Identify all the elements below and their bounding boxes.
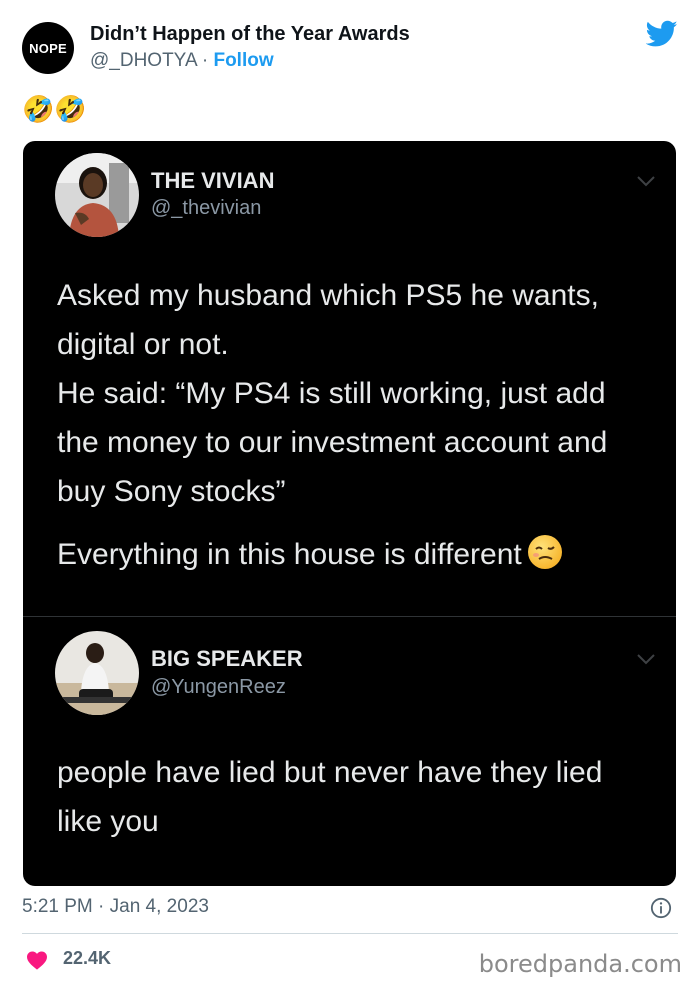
tweet-text-line: Asked my husband which PS5 he wants, dig… xyxy=(57,279,599,361)
tweet-text: Asked my husband which PS5 he wants, dig… xyxy=(57,271,647,579)
tweet-text: people have lied but never have they lie… xyxy=(57,748,647,846)
tweet-author-name[interactable]: THE VIVIAN xyxy=(151,168,274,194)
avatar-big-speaker xyxy=(55,631,139,715)
watermark: boredpanda.com xyxy=(478,950,682,978)
heart-icon[interactable] xyxy=(26,950,48,970)
info-icon[interactable] xyxy=(650,897,672,919)
tweet-emoji-text: 🤣🤣 xyxy=(22,94,87,124)
tweet-author-name[interactable]: BIG SPEAKER xyxy=(151,646,303,672)
avatar-vivian xyxy=(55,153,139,237)
chevron-down-icon[interactable] xyxy=(636,653,656,665)
twitter-bird-icon[interactable] xyxy=(646,20,678,48)
embedded-screenshot: THE VIVIAN @_thevivian Asked my husband … xyxy=(23,141,676,886)
handle-separator: · xyxy=(196,50,214,71)
footer-divider xyxy=(22,933,678,934)
tweet-divider xyxy=(23,616,676,617)
tweet-text-line: people have lied but never have they lie… xyxy=(57,756,603,838)
author-avatar[interactable]: NOPE xyxy=(22,22,74,74)
tweet-author-handle[interactable]: @_thevivian xyxy=(151,197,261,220)
like-count[interactable]: 22.4K xyxy=(63,948,111,969)
tweet-text-last: Everything in this house is different xyxy=(57,538,522,571)
author-handle-line: @_DHOTYA · Follow xyxy=(90,50,274,72)
woozy-face-emoji-icon xyxy=(527,535,562,569)
tweet-author-handle[interactable]: @YungenReez xyxy=(151,676,286,699)
tweet-text-line: Everything in this house is different xyxy=(57,530,647,579)
follow-button[interactable]: Follow xyxy=(213,50,273,71)
tweet-timestamp[interactable]: 5:21 PM · Jan 4, 2023 xyxy=(22,896,209,918)
author-name[interactable]: Didn’t Happen of the Year Awards xyxy=(90,23,410,46)
tweet-text-line: He said: “My PS4 is still working, just … xyxy=(57,377,608,508)
author-handle[interactable]: @_DHOTYA xyxy=(90,50,197,71)
avatar-text: NOPE xyxy=(29,40,67,56)
chevron-down-icon[interactable] xyxy=(636,175,656,187)
